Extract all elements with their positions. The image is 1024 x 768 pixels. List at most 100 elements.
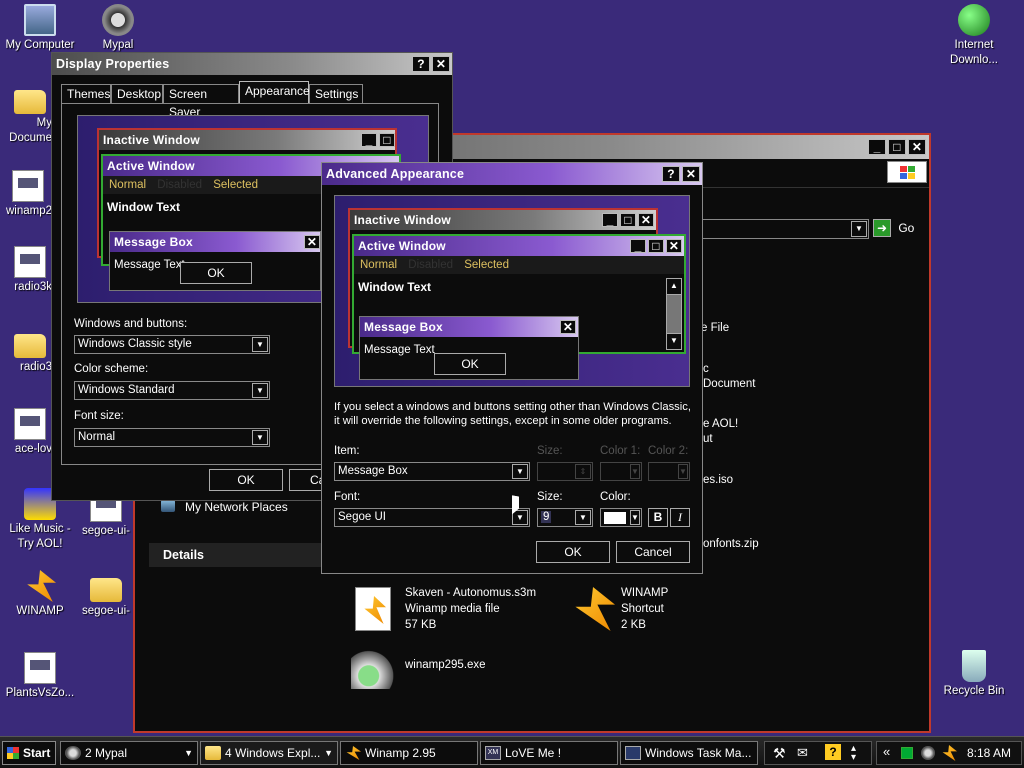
taskbar-item-mypal[interactable]: 2 Mypal ▼ bbox=[60, 741, 198, 765]
color-swatch bbox=[604, 512, 626, 524]
ok-button[interactable]: OK bbox=[536, 541, 610, 563]
file-label[interactable]: ut bbox=[703, 433, 713, 445]
cancel-button[interactable]: Cancel bbox=[616, 541, 690, 563]
start-button[interactable]: Start bbox=[2, 741, 56, 765]
go-button[interactable]: ➜ Go bbox=[873, 219, 925, 239]
tab-settings[interactable]: Settings bbox=[309, 84, 363, 103]
color1-label: Color 1: bbox=[600, 445, 641, 457]
chevron-down-icon[interactable]: ▼ bbox=[252, 430, 268, 445]
minimize-button[interactable]: _ bbox=[868, 139, 886, 155]
help-button[interactable]: ? bbox=[662, 166, 680, 182]
winamp-icon bbox=[575, 587, 615, 631]
file-item-winamp295[interactable]: winamp295.exe bbox=[351, 643, 551, 693]
desktop-icon-radio3k[interactable]: radio3k bbox=[0, 246, 52, 295]
display-properties-titlebar[interactable]: Display Properties ? ✕ bbox=[52, 53, 452, 75]
show-hidden-icons-button[interactable]: « bbox=[883, 744, 890, 759]
chevron-down-icon[interactable]: ▼ bbox=[630, 510, 640, 525]
tab-themes[interactable]: Themes bbox=[61, 84, 111, 103]
details-panel-header[interactable]: Details bbox=[149, 543, 321, 567]
close-icon: ✕ bbox=[638, 213, 654, 227]
desktop-icon-radio3[interactable]: radio3 bbox=[0, 328, 52, 375]
maximize-icon: □ bbox=[379, 133, 395, 147]
file-label[interactable]: e AOL! bbox=[703, 418, 738, 430]
color2-picker: ▼ bbox=[648, 462, 690, 481]
file-label[interactable]: es.iso bbox=[703, 474, 733, 486]
address-bar[interactable]: ▼ bbox=[695, 219, 869, 239]
desktop-icon-internet-download[interactable]: Internet Downlo... bbox=[934, 4, 1014, 68]
taskbar-item-task-manager[interactable]: Windows Task Ma... bbox=[620, 741, 758, 765]
desktop-icon-ace-love[interactable]: ace-lov bbox=[0, 408, 52, 457]
color-scheme-label: Color scheme: bbox=[74, 363, 149, 375]
taskbar-item-love-me[interactable]: XM LoVE Me ! bbox=[480, 741, 618, 765]
minimize-icon: _ bbox=[361, 133, 377, 147]
desktop-icon-mypal[interactable]: Mypal bbox=[78, 4, 158, 53]
tab-screen-saver[interactable]: Screen Saver bbox=[163, 84, 239, 119]
desktop-icon-segoe-ui-2[interactable]: segoe-ui- bbox=[78, 572, 134, 619]
file-item-skaven[interactable]: Skaven - Autonomus.s3m Winamp media file… bbox=[355, 585, 555, 635]
bold-button[interactable]: B bbox=[648, 508, 668, 527]
installer-icon bbox=[351, 645, 395, 689]
file-label[interactable]: e File bbox=[701, 322, 729, 334]
font-select[interactable]: Segoe UI ▼ bbox=[334, 508, 530, 527]
font-color-picker[interactable]: ▼ bbox=[600, 508, 642, 527]
chevron-down-icon[interactable]: ▼ bbox=[512, 464, 528, 479]
ok-button[interactable]: OK bbox=[209, 469, 283, 491]
desktop-icon-my-computer[interactable]: My Computer bbox=[0, 4, 80, 53]
chevron-down-icon[interactable]: ▼ bbox=[252, 383, 268, 398]
raccoon-icon bbox=[65, 746, 81, 760]
chevron-down-icon: ▼ bbox=[184, 748, 193, 758]
chevron-down-icon: ▼ bbox=[678, 464, 688, 479]
tab-appearance[interactable]: Appearance bbox=[239, 81, 310, 103]
taskbar-item-windows-explorer[interactable]: 4 Windows Expl... ▼ bbox=[200, 741, 338, 765]
file-item-winamp-shortcut[interactable]: WINAMP Shortcut 2 KB bbox=[569, 585, 719, 635]
taskbar-item-winamp[interactable]: Winamp 2.95 bbox=[340, 741, 478, 765]
network-tray-icon[interactable] bbox=[901, 747, 913, 759]
desktop-icon-winamp[interactable]: WINAMP bbox=[0, 570, 80, 619]
advanced-appearance-titlebar[interactable]: Advanced Appearance ? ✕ bbox=[322, 163, 702, 185]
chevron-down-icon[interactable]: ▼ bbox=[575, 510, 591, 525]
document-icon bbox=[24, 652, 56, 684]
close-button[interactable]: ✕ bbox=[432, 56, 450, 72]
font-size-select[interactable]: 9 ▼ bbox=[537, 508, 593, 527]
desktop-icon-my-documents[interactable]: My Docume bbox=[0, 84, 52, 146]
desktop-icon-plantsvszombies[interactable]: PlantsVsZo... bbox=[0, 652, 80, 701]
help-button[interactable]: ? bbox=[412, 56, 430, 72]
task-manager-icon bbox=[625, 746, 641, 760]
font-size-select[interactable]: Normal ▼ bbox=[74, 428, 270, 447]
maximize-button[interactable]: □ bbox=[888, 139, 906, 155]
desktop-icon-winamp2[interactable]: winamp2 bbox=[0, 170, 52, 219]
color-scheme-select[interactable]: Windows Standard ▼ bbox=[74, 381, 270, 400]
desktop-icon-recycle-bin[interactable]: Recycle Bin bbox=[934, 650, 1014, 699]
close-button[interactable]: ✕ bbox=[682, 166, 700, 182]
file-label[interactable]: Document bbox=[703, 378, 755, 390]
quick-launch-tray: ⚒ ✉ ? ▴ ▾ bbox=[764, 741, 872, 765]
recycle-bin-icon bbox=[962, 650, 986, 682]
windows-logo-icon bbox=[887, 161, 927, 183]
chat-icon[interactable]: ✉ bbox=[797, 745, 808, 761]
windows-buttons-select[interactable]: Windows Classic style ▼ bbox=[74, 335, 270, 354]
windows-flag-icon bbox=[7, 747, 19, 759]
chevron-down-icon[interactable]: ▼ bbox=[252, 337, 268, 352]
info-text-line1: If you select a windows and buttons sett… bbox=[334, 401, 691, 413]
item-select[interactable]: Message Box ▼ bbox=[334, 462, 530, 481]
chevron-down-icon[interactable]: ▼ bbox=[851, 221, 867, 237]
file-label[interactable]: c bbox=[703, 363, 709, 375]
raccoon-tray-icon[interactable] bbox=[921, 746, 935, 760]
item-label: Item: bbox=[334, 445, 360, 457]
color1-picker: ▼ bbox=[600, 462, 642, 481]
minimize-icon: _ bbox=[602, 213, 618, 227]
italic-button[interactable]: I bbox=[670, 508, 690, 527]
clock[interactable]: 8:18 AM bbox=[967, 746, 1011, 760]
help-icon[interactable]: ? bbox=[825, 744, 841, 760]
tab-desktop[interactable]: Desktop bbox=[111, 84, 163, 103]
close-button[interactable]: ✕ bbox=[908, 139, 926, 155]
winamp-tray-icon[interactable] bbox=[942, 745, 957, 761]
close-icon: ✕ bbox=[666, 239, 682, 253]
item-size-spinner: ⇕ bbox=[537, 462, 593, 481]
tools-icon[interactable]: ⚒ bbox=[773, 745, 786, 762]
media-player-icon: XM bbox=[485, 746, 501, 760]
chevron-up-down-icon[interactable]: ▴ ▾ bbox=[851, 744, 856, 763]
network-icon bbox=[161, 500, 175, 512]
installer-icon bbox=[12, 170, 44, 202]
file-label[interactable]: onfonts.zip bbox=[703, 538, 759, 550]
